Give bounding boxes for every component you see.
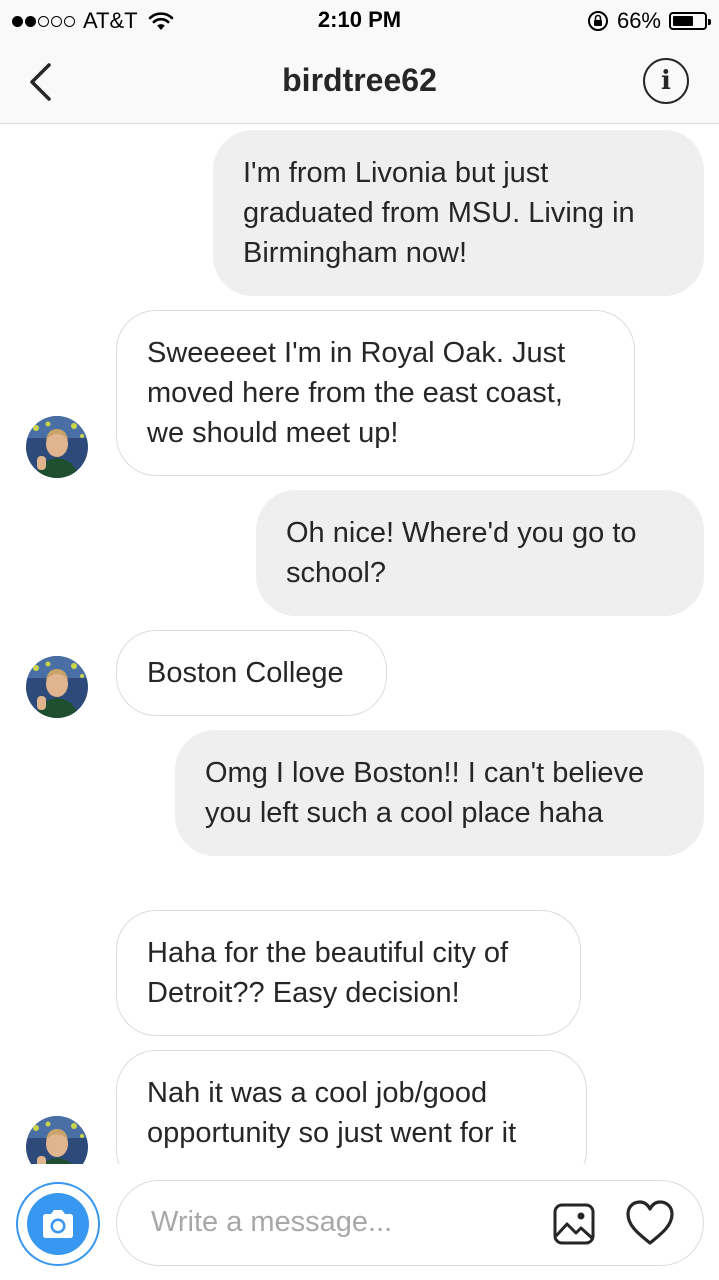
message-input[interactable]	[151, 1181, 541, 1264]
message-thread[interactable]: I'm from Livonia but just graduated from…	[0, 124, 719, 1164]
heart-icon	[626, 1200, 674, 1245]
sent-message[interactable]: I'm from Livonia but just graduated from…	[213, 130, 704, 296]
orientation-lock-icon	[587, 11, 608, 31]
received-message[interactable]: Haha for the beautiful city of Detroit??…	[116, 910, 581, 1036]
info-button[interactable]: i	[643, 58, 689, 104]
sent-message[interactable]: Oh nice! Where'd you go to school?	[256, 490, 704, 616]
avatar[interactable]	[26, 1116, 88, 1164]
conversation-username[interactable]: birdtree62	[0, 62, 719, 99]
camera-icon	[43, 1210, 73, 1238]
conversation-header: birdtree62 i	[0, 40, 719, 124]
sent-message[interactable]: Omg I love Boston!! I can't believe you …	[175, 730, 704, 856]
like-button[interactable]	[625, 1199, 675, 1247]
message-composer	[0, 1164, 719, 1280]
received-message[interactable]: Nah it was a cool job/good opportunity s…	[116, 1050, 587, 1164]
status-right: 66%	[587, 8, 711, 34]
battery-percent: 66%	[616, 8, 661, 33]
avatar[interactable]	[26, 656, 88, 718]
status-bar: AT&T 2:10 PM 66%	[0, 0, 719, 40]
image-icon	[553, 1203, 595, 1245]
camera-button[interactable]	[16, 1182, 100, 1266]
message-input-container	[116, 1180, 704, 1266]
avatar[interactable]	[26, 416, 88, 478]
gallery-button[interactable]	[553, 1203, 595, 1245]
battery-level-fill	[673, 16, 693, 26]
received-message[interactable]: Sweeeeet I'm in Royal Oak. Just moved he…	[116, 310, 635, 476]
info-icon: i	[661, 66, 671, 96]
battery-icon	[669, 12, 711, 30]
received-message[interactable]: Boston College	[116, 630, 387, 716]
